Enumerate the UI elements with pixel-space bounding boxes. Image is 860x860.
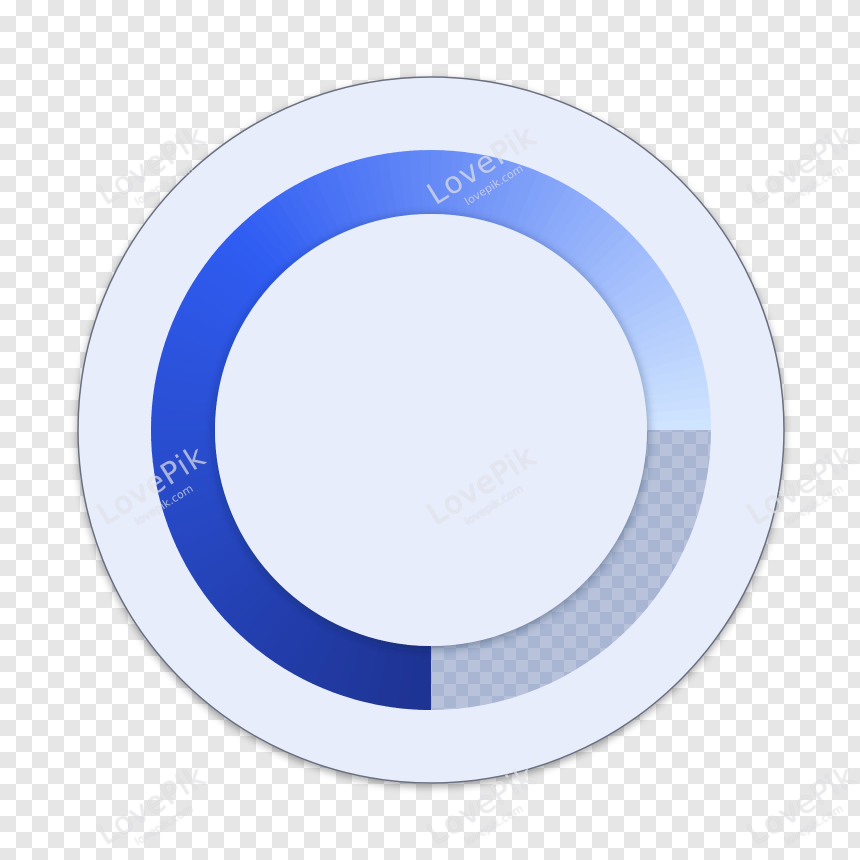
inner-disc <box>215 214 647 646</box>
progress-ring-svg <box>77 76 785 784</box>
progress-ring-graphic: LovePik lovepik.com LovePik lovepik.com … <box>0 0 860 860</box>
